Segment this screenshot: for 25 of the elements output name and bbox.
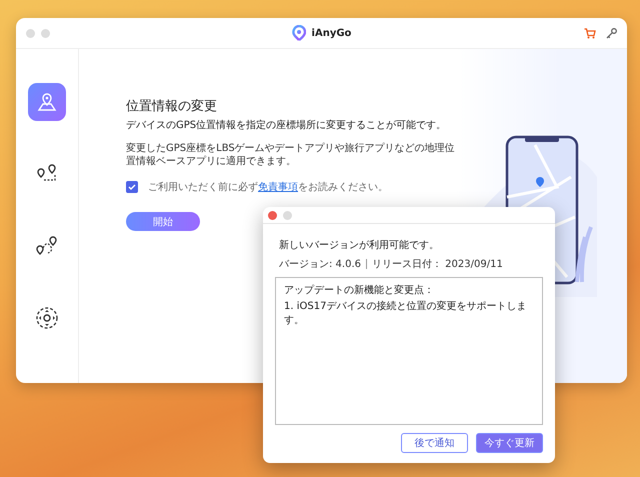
description-text: 変更したGPS座標をLBSゲームやデートアプリや旅行アプリなどの地理位置情報ベースアプリに適用できます。 bbox=[126, 142, 456, 168]
update-message: 新しいバージョンが利用可能です。 bbox=[278, 238, 440, 252]
release-date-text: リリース日付： 2023/09/11 bbox=[372, 258, 503, 271]
disclaimer-link[interactable]: 免責事項 bbox=[258, 182, 298, 193]
close-dot[interactable] bbox=[268, 210, 277, 220]
subtitle-text: デバイスのGPS位置情報を指定の座標場所に変更することが可能です。 bbox=[126, 118, 446, 132]
section-heading: 位置情報の変更 bbox=[126, 98, 217, 115]
version-text: バージョン: 4.0.6 bbox=[279, 258, 361, 271]
update-now-button[interactable]: 今すぐ更新 bbox=[476, 433, 543, 453]
window-title: iAnyGo bbox=[312, 28, 352, 38]
checkmark-icon bbox=[128, 183, 136, 191]
start-button[interactable]: 開始 bbox=[126, 212, 200, 231]
cart-icon[interactable] bbox=[584, 28, 596, 38]
logo-icon bbox=[292, 25, 306, 41]
map-pin-icon bbox=[36, 91, 58, 113]
release-note-line: アップデートの新機能と変更点： bbox=[284, 284, 435, 297]
joystick-icon bbox=[35, 306, 59, 330]
minimize-dot[interactable] bbox=[41, 28, 50, 38]
agree-checkbox[interactable] bbox=[126, 181, 138, 193]
key-icon[interactable] bbox=[606, 28, 617, 38]
release-note-line: 1. iOS17デバイスの接続と位置の変更をサポートします。 bbox=[284, 300, 528, 327]
minimize-dot[interactable] bbox=[283, 210, 292, 220]
close-dot[interactable] bbox=[26, 28, 35, 38]
remind-later-button[interactable]: 後で通知 bbox=[401, 433, 468, 453]
agreement-text: ご利用いただく前に必ず免責事項をお読みください。 bbox=[148, 180, 388, 194]
